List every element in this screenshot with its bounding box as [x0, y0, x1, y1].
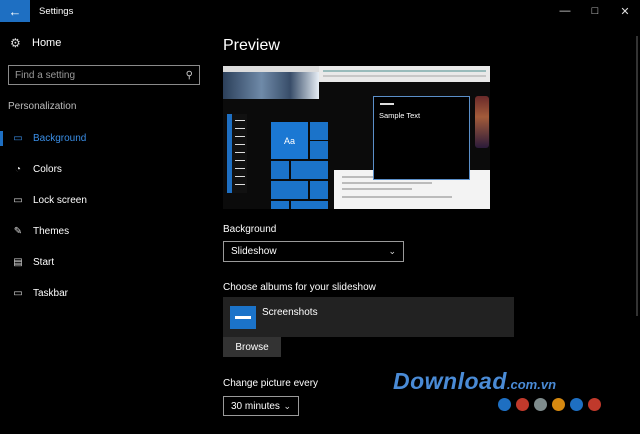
title-bar: ← Settings — □ ✕ — [0, 0, 640, 22]
search-placeholder: Find a setting — [15, 69, 76, 81]
watermark-dot — [516, 398, 529, 411]
sidebar-item-lock-screen[interactable]: ▭ Lock screen — [0, 185, 210, 216]
window-controls: — □ ✕ — [550, 0, 640, 22]
page-title: Preview — [223, 37, 280, 54]
section-label: Personalization — [8, 101, 77, 112]
sidebar-item-label: Background — [33, 133, 87, 144]
background-select-value: Slideshow — [231, 246, 277, 257]
home-label: Home — [32, 37, 62, 49]
gear-icon: ⚙ — [10, 36, 21, 50]
browse-button[interactable]: Browse — [223, 337, 281, 357]
interval-select-value: 30 minutes — [231, 400, 280, 412]
close-button[interactable]: ✕ — [610, 0, 640, 22]
chevron-down-icon: ⌄ — [283, 400, 291, 411]
background-label: Background — [223, 224, 277, 235]
sidebar-item-label: Themes — [33, 226, 70, 237]
sidebar-item-label: Lock screen — [33, 195, 87, 206]
start-icon: ▤ — [13, 257, 23, 268]
watermark-dot — [552, 398, 565, 411]
preview-tiles: Aa — [271, 118, 331, 209]
preview-start-menu — [227, 114, 247, 193]
sidebar-item-label: Colors — [33, 164, 62, 175]
watermark-dots — [498, 398, 606, 411]
album-item[interactable]: Screenshots — [223, 297, 514, 337]
watermark-dot — [534, 398, 547, 411]
home-link[interactable]: ⚙ Home — [10, 36, 61, 50]
preview-screenshot-image — [223, 66, 319, 99]
lock-screen-icon: ▭ — [13, 195, 23, 206]
folder-icon — [230, 306, 256, 329]
preview-tile-label: Aa — [271, 122, 308, 159]
preview-sample-text: Sample Text — [379, 111, 421, 120]
sidebar: ⚙ Home Find a setting ⚲ Personalization … — [0, 22, 210, 434]
nav-list: ▭ Background ◔ Colors ▭ Lock screen ✎ Th… — [0, 123, 210, 309]
preview-figure-image — [475, 96, 489, 148]
watermark-logo: Download.com.vn — [393, 368, 557, 394]
sidebar-item-label: Taskbar — [33, 288, 69, 299]
background-preview: Aa Sample Text — [223, 66, 490, 209]
window-title: Settings — [39, 5, 74, 17]
search-icon[interactable]: ⚲ — [186, 70, 193, 81]
interval-select[interactable]: 30 minutes ⌄ — [223, 396, 299, 416]
interval-label: Change picture every — [223, 378, 319, 389]
album-name: Screenshots — [262, 307, 318, 318]
watermark-dot — [588, 398, 601, 411]
picture-icon: ▭ — [13, 133, 23, 144]
sidebar-item-background[interactable]: ▭ Background — [0, 123, 210, 154]
sidebar-item-label: Start — [33, 257, 55, 268]
maximize-button[interactable]: □ — [580, 0, 610, 22]
albums-label: Choose albums for your slideshow — [223, 282, 376, 293]
scrollbar[interactable] — [636, 36, 638, 316]
search-input[interactable]: Find a setting ⚲ — [8, 65, 200, 85]
brush-icon: ✎ — [13, 226, 23, 237]
watermark-dot — [570, 398, 583, 411]
palette-icon: ◔ — [14, 164, 22, 175]
watermark-dot — [498, 398, 511, 411]
taskbar-icon: ▭ — [13, 288, 23, 299]
preview-screenshot-image — [319, 66, 490, 82]
sidebar-item-themes[interactable]: ✎ Themes — [0, 216, 210, 247]
sidebar-item-colors[interactable]: ◔ Colors — [0, 154, 210, 185]
arrow-left-icon: ← — [8, 3, 22, 19]
sidebar-item-start[interactable]: ▤ Start — [0, 247, 210, 278]
sidebar-item-taskbar[interactable]: ▭ Taskbar — [0, 278, 210, 309]
preview-sample-window: Sample Text — [373, 96, 470, 180]
back-button[interactable]: ← — [0, 0, 30, 22]
background-select[interactable]: Slideshow ⌄ — [223, 241, 404, 262]
chevron-down-icon: ⌄ — [388, 246, 396, 256]
minimize-button[interactable]: — — [550, 0, 580, 22]
